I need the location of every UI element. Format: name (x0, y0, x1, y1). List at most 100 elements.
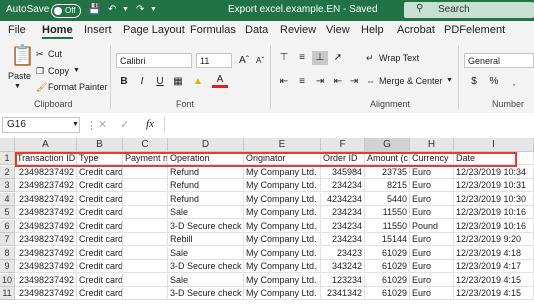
header-cell[interactable]: Type (77, 152, 123, 165)
table-cell[interactable]: 12/23/2019 4:15 (454, 273, 534, 287)
table-cell[interactable]: Refund (168, 179, 244, 192)
column-header-b[interactable]: B (77, 138, 123, 152)
autosave-toggle[interactable]: Off (51, 4, 81, 18)
table-cell[interactable]: 15144 (365, 233, 410, 246)
table-cell[interactable]: Credit card (77, 179, 123, 192)
table-cell[interactable]: 23498237492 (15, 192, 77, 206)
table-cell[interactable]: 61029 (365, 260, 410, 273)
tab-pdfelement[interactable]: PDFelement (444, 24, 505, 36)
column-header-h[interactable]: H (410, 138, 454, 152)
table-cell[interactable]: Credit card (77, 233, 123, 246)
table-cell[interactable] (123, 287, 168, 300)
row-header[interactable]: 11 (0, 287, 15, 300)
comma-style-icon[interactable]: , (506, 75, 522, 89)
table-cell[interactable] (123, 179, 168, 192)
paste-icon[interactable]: 📋 (10, 43, 35, 68)
column-header-e[interactable]: E (244, 138, 321, 152)
table-cell[interactable]: My Company Ltd. (244, 273, 321, 287)
table-cell[interactable]: Sale (168, 273, 244, 287)
table-cell[interactable]: 345984 (321, 165, 365, 179)
table-cell[interactable]: 23735 (365, 165, 410, 179)
decrease-indent-icon[interactable]: ⇤ (330, 75, 346, 89)
increase-indent-icon[interactable]: ⇥ (346, 75, 362, 89)
table-cell[interactable]: 12/23/2019 10:16 (454, 206, 534, 219)
table-cell[interactable]: Euro (410, 246, 454, 260)
table-cell[interactable]: My Company Ltd. (244, 206, 321, 219)
tab-review[interactable]: Review (280, 24, 316, 36)
table-cell[interactable]: 12/23/2019 4:17 (454, 260, 534, 273)
wrap-text-icon[interactable]: ↵ (366, 53, 374, 64)
table-cell[interactable]: My Company Ltd. (244, 219, 321, 233)
table-cell[interactable]: My Company Ltd. (244, 260, 321, 273)
table-cell[interactable]: 12/23/2019 10:31 (454, 179, 534, 192)
table-cell[interactable]: Credit card (77, 219, 123, 233)
table-cell[interactable]: Credit card (77, 273, 123, 287)
table-cell[interactable]: Credit card (77, 192, 123, 206)
header-cell[interactable]: Payment n (123, 152, 168, 165)
undo-dropdown-icon[interactable]: ▼ (122, 6, 129, 13)
table-cell[interactable] (123, 206, 168, 219)
row-header[interactable]: 6 (0, 219, 15, 233)
table-cell[interactable]: Euro (410, 206, 454, 219)
table-cell[interactable]: 123234 (321, 273, 365, 287)
table-cell[interactable]: 23498237492 (15, 179, 77, 192)
merge-center-icon[interactable]: ⇔ (366, 76, 375, 86)
header-cell[interactable]: Transaction ID (15, 152, 77, 165)
table-cell[interactable]: 23498237492 (15, 219, 77, 233)
select-all-corner[interactable] (0, 138, 15, 152)
tab-file[interactable]: File (8, 24, 26, 36)
header-cell[interactable]: Date (454, 152, 534, 165)
cancel-entry-icon[interactable]: ✕ (98, 118, 107, 131)
row-header[interactable]: 7 (0, 233, 15, 246)
insert-function-button[interactable]: fx (146, 118, 154, 130)
confirm-entry-icon[interactable]: ✓ (120, 118, 129, 131)
formula-bar-options-icon[interactable]: ⋮ (86, 119, 97, 132)
tab-formulas[interactable]: Formulas (190, 24, 236, 36)
table-cell[interactable]: 23498237492 (15, 273, 77, 287)
number-format-select[interactable]: General (464, 53, 534, 68)
row-header[interactable]: 4 (0, 192, 15, 206)
column-header-i[interactable]: I (454, 138, 534, 152)
column-header-f[interactable]: F (321, 138, 365, 152)
accounting-format-icon[interactable]: $ (466, 75, 482, 89)
paste-button[interactable]: Paste (8, 71, 31, 81)
merge-dropdown-icon[interactable]: ▼ (446, 77, 453, 84)
table-cell[interactable]: 23498237492 (15, 287, 77, 300)
table-cell[interactable]: 12/23/2019 10:16 (454, 219, 534, 233)
orientation-icon[interactable]: ➚ (330, 51, 346, 65)
table-cell[interactable]: 3-D Secure check (168, 219, 244, 233)
table-cell[interactable]: Euro (410, 233, 454, 246)
table-cell[interactable]: 23498237492 (15, 165, 77, 179)
row-header[interactable]: 2 (0, 165, 15, 179)
font-family-select[interactable]: Calibri (116, 53, 192, 68)
table-cell[interactable]: 234234 (321, 206, 365, 219)
row-header[interactable]: 10 (0, 273, 15, 287)
wrap-text-button[interactable]: Wrap Text (379, 53, 419, 63)
table-cell[interactable]: Credit card (77, 287, 123, 300)
tab-view[interactable]: View (326, 24, 350, 36)
row-header[interactable]: 5 (0, 206, 15, 219)
quick-access-dropdown-icon[interactable]: ▼ (150, 6, 157, 13)
table-cell[interactable]: 5440 (365, 192, 410, 206)
table-cell[interactable]: 61029 (365, 246, 410, 260)
table-cell[interactable]: 8215 (365, 179, 410, 192)
table-cell[interactable]: 23498237492 (15, 206, 77, 219)
table-cell[interactable]: Credit card (77, 206, 123, 219)
redo-icon[interactable]: ↷ (136, 4, 144, 15)
align-top-icon[interactable]: ⊤ (276, 51, 292, 65)
table-cell[interactable] (123, 260, 168, 273)
header-cell[interactable]: Order ID (321, 152, 365, 165)
column-header-d[interactable]: D (168, 138, 244, 152)
table-cell[interactable]: Euro (410, 287, 454, 300)
table-cell[interactable]: Rebill (168, 233, 244, 246)
table-cell[interactable]: Refund (168, 192, 244, 206)
font-color-button[interactable]: A (212, 75, 228, 88)
table-cell[interactable]: 11550 (365, 206, 410, 219)
table-cell[interactable]: 12/23/2019 10:34 (454, 165, 534, 179)
row-header[interactable]: 3 (0, 179, 15, 192)
tab-home[interactable]: Home (42, 24, 73, 39)
table-cell[interactable]: My Company Ltd. (244, 246, 321, 260)
table-cell[interactable]: My Company Ltd. (244, 192, 321, 206)
table-cell[interactable]: My Company Ltd. (244, 233, 321, 246)
table-cell[interactable]: 23498237492 (15, 233, 77, 246)
